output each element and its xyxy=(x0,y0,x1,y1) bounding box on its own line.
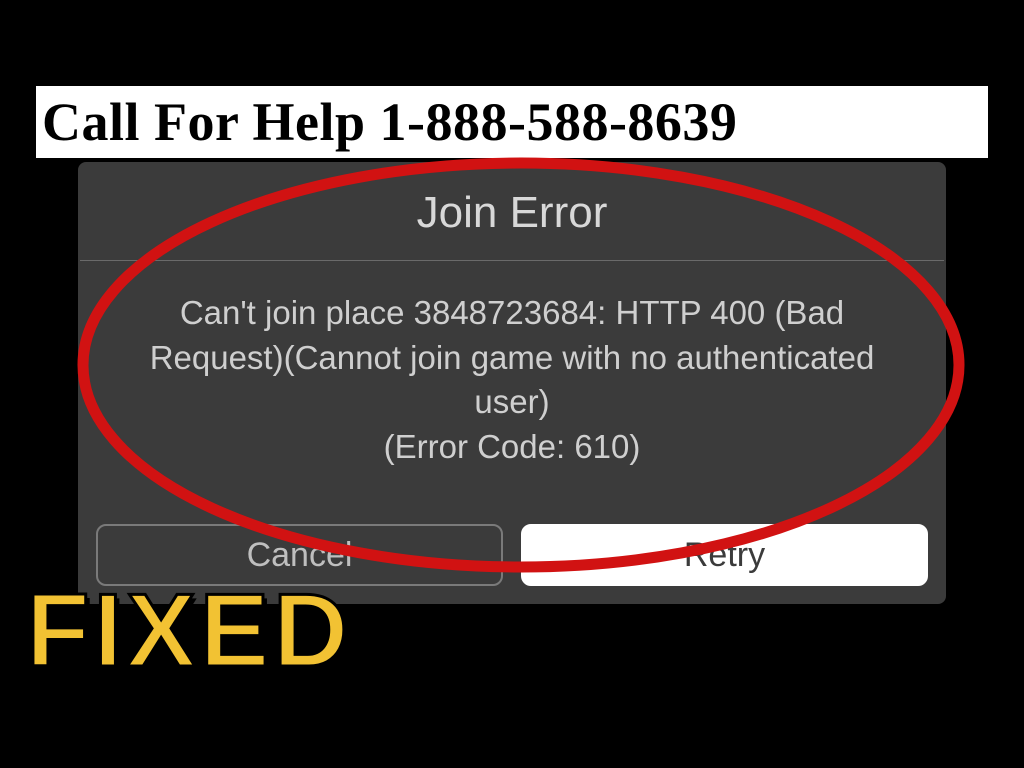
dialog-message-line: (Error Code: 610) xyxy=(96,425,928,470)
dialog-message-line: Can't join place 3848723684: HTTP 400 (B… xyxy=(96,291,928,336)
dialog-message-line: Request)(Cannot join game with no authen… xyxy=(96,336,928,381)
dialog-message: Can't join place 3848723684: HTTP 400 (B… xyxy=(78,261,946,469)
fixed-overlay-label: FIXED xyxy=(26,572,352,691)
dialog-message-line: user) xyxy=(96,380,928,425)
dialog-title: Join Error xyxy=(78,188,946,260)
error-dialog: Join Error Can't join place 3848723684: … xyxy=(78,162,946,604)
help-banner: Call For Help 1-888-588-8639 xyxy=(36,86,988,158)
retry-button[interactable]: Retry xyxy=(521,524,928,586)
help-banner-text: Call For Help 1-888-588-8639 xyxy=(42,91,737,153)
